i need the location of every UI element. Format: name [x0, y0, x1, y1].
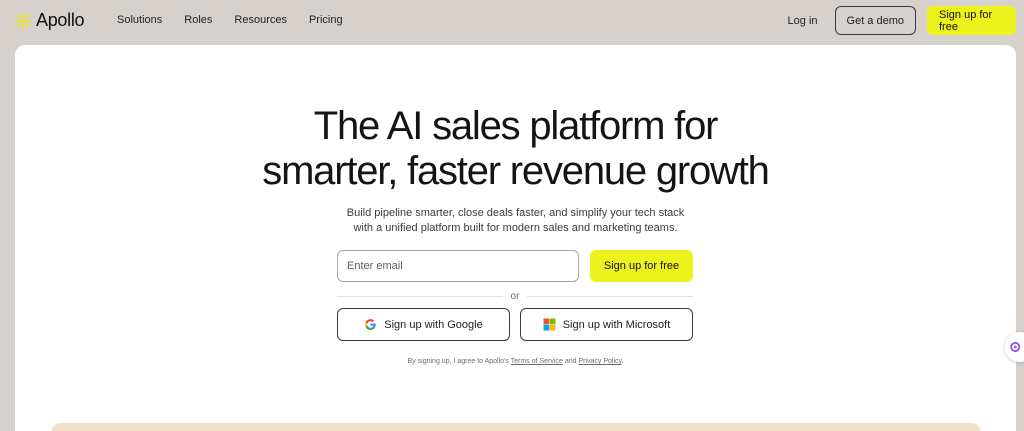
microsoft-signup-button[interactable]: Sign up with Microsoft: [520, 308, 693, 341]
apollo-sun-icon: [14, 11, 32, 30]
nav-resources[interactable]: Resources: [234, 14, 287, 26]
nav-roles[interactable]: Roles: [184, 14, 212, 26]
nav-signup-button[interactable]: Sign up for free: [927, 6, 1016, 35]
google-icon: [365, 319, 376, 330]
microsoft-button-label: Sign up with Microsoft: [562, 318, 671, 331]
microsoft-icon: [543, 318, 556, 331]
hero-subtitle-line-2: with a unified platform built for modern…: [353, 222, 678, 234]
hero-title: The AI sales platform for smarter, faste…: [15, 104, 1016, 194]
signup-button[interactable]: Sign up for free: [590, 250, 693, 282]
hero-title-line-1: The AI sales platform for: [313, 104, 719, 148]
google-signup-button[interactable]: Sign up with Google: [337, 308, 510, 341]
legal-and: and: [564, 358, 577, 365]
get-demo-button[interactable]: Get a demo: [834, 6, 916, 35]
brand-name: Apollo: [36, 10, 85, 30]
nav-solutions[interactable]: Solutions: [117, 14, 162, 26]
nav-pricing[interactable]: Pricing: [309, 14, 343, 26]
hero-subtitle: Build pipeline smarter, close deals fast…: [15, 206, 1016, 236]
hero-card: The AI sales platform for smarter, faste…: [15, 45, 1016, 431]
hero-title-line-2: smarter, faster revenue growth: [262, 149, 770, 193]
legal-suffix: .: [621, 358, 624, 365]
divider-line-right: [527, 295, 693, 297]
hero-subtitle-line-1: Build pipeline smarter, close deals fast…: [346, 207, 685, 219]
apollo-logo[interactable]: Apollo: [14, 10, 85, 31]
brain-icon: [1010, 342, 1021, 352]
terms-link[interactable]: Terms of Service: [511, 358, 563, 365]
privacy-link[interactable]: Privacy Policy: [578, 358, 621, 365]
login-link[interactable]: Log in: [788, 15, 818, 27]
or-text: or: [510, 290, 520, 302]
or-divider: or: [337, 289, 693, 303]
divider-line-left: [337, 295, 503, 297]
legal-text: By signing up, I agree to Apollo's Terms…: [15, 358, 1016, 365]
legal-prefix: By signing up, I agree to Apollo's: [407, 358, 509, 365]
email-input[interactable]: [337, 250, 579, 282]
nav-actions: Log in Get a demo Sign up for free: [788, 6, 1016, 35]
nav-links: Solutions Roles Resources Pricing: [117, 14, 365, 26]
top-nav: Apollo Solutions Roles Resources Pricing…: [0, 0, 1024, 42]
google-button-label: Sign up with Google: [384, 318, 483, 331]
next-section-preview: [52, 423, 980, 431]
